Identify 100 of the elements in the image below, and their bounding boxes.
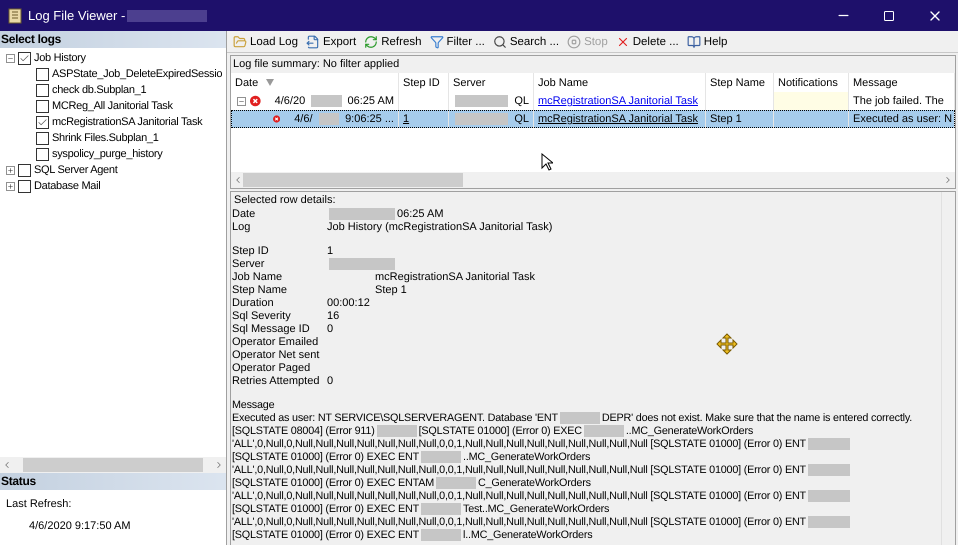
field-label: Sql Severity bbox=[232, 310, 292, 323]
collapse-icon[interactable] bbox=[6, 54, 15, 62]
checkbox[interactable] bbox=[36, 84, 49, 96]
field-label: Operator Emailed bbox=[232, 336, 320, 349]
field-value: 00:00:12 bbox=[327, 297, 370, 309]
date-text: 4/6/20 bbox=[274, 95, 306, 107]
step-link[interactable]: 1 bbox=[403, 113, 410, 125]
toolbar-button[interactable]: Help bbox=[684, 34, 730, 48]
details-title: Selected row details: bbox=[233, 194, 336, 208]
tree-item[interactable]: mcRegistrationSA Janitorial Task bbox=[52, 116, 202, 128]
horizontal-scrollbar[interactable] bbox=[231, 172, 955, 188]
pointer-cursor-icon bbox=[541, 153, 553, 171]
field-value: Step 1 bbox=[375, 284, 407, 296]
field-label: Operator Paged bbox=[232, 362, 312, 375]
redaction-block bbox=[455, 95, 508, 107]
horizontal-scrollbar[interactable] bbox=[0, 457, 226, 473]
message-line: [SQLSTATE 01000] (Error 0) EXEC ENT bbox=[232, 451, 420, 463]
status-value: 4/6/2020 9:17:50 AM bbox=[28, 520, 132, 532]
field-label: Server bbox=[232, 258, 266, 271]
message-line: C_GenerateWorkOrders bbox=[478, 477, 591, 489]
redaction-block bbox=[318, 113, 340, 125]
field-label: Job Name bbox=[232, 271, 284, 284]
app-icon bbox=[8, 8, 22, 24]
message-text: Executed as user: N bbox=[853, 113, 952, 125]
toolbar-button[interactable]: Filter ... bbox=[428, 34, 487, 48]
message-line: [SQLSTATE 01000] (Error 0) EXEC ENTAM bbox=[232, 477, 434, 489]
pane-header: Select logs bbox=[0, 31, 226, 48]
help-icon bbox=[686, 34, 701, 48]
search-icon bbox=[492, 34, 507, 48]
redaction-block bbox=[436, 477, 476, 490]
redaction-block bbox=[376, 425, 417, 438]
field-value: 1 bbox=[327, 245, 334, 257]
field-label: Duration bbox=[232, 297, 275, 310]
checkbox[interactable] bbox=[18, 52, 31, 64]
redaction-block bbox=[560, 412, 600, 424]
redaction-block bbox=[584, 425, 624, 438]
message-line: [SQLSTATE 01000] (Error 0) EXEC ENT bbox=[232, 503, 420, 515]
checkbox[interactable] bbox=[36, 116, 49, 128]
tree-item[interactable]: MCReg_All Janitorial Task bbox=[52, 100, 173, 112]
status-label: Last Refresh: bbox=[5, 498, 72, 510]
expand-icon[interactable] bbox=[6, 166, 15, 174]
checkbox[interactable] bbox=[36, 132, 49, 144]
field-label: Step Name bbox=[232, 284, 288, 297]
field-value: 16 bbox=[327, 310, 340, 322]
toolbar-button[interactable]: Search ... bbox=[490, 34, 562, 48]
window-title: Log File Viewer - bbox=[28, 8, 126, 23]
filter-icon bbox=[430, 34, 444, 48]
log-row[interactable]: 4/6/ 9:06:25 ... 1 QL mcRegistrationSA Janitorial Task Step 1 Executed as user: N bbox=[231, 110, 955, 128]
tree-item[interactable]: SQL Server Agent bbox=[34, 164, 118, 176]
field-value: 0 bbox=[327, 323, 334, 335]
server-text: QL bbox=[514, 113, 529, 125]
job-link[interactable]: mcRegistrationSA Janitorial Task bbox=[538, 95, 698, 107]
message-line: 'ALL',0,Null,0,Null,Null,Null,Null,Null,Null,Null,0,0,1,Null,Null,Null,Null,Null,Null,Null,Null,Null [SQLSTATE 01000] (Error 0) ENT bbox=[232, 464, 806, 476]
checkbox[interactable] bbox=[36, 68, 49, 80]
date-text: 4/6/ bbox=[294, 113, 313, 125]
refresh-icon bbox=[364, 34, 378, 48]
field-label: Date bbox=[232, 208, 256, 221]
tree-item[interactable]: syspolicy_purge_history bbox=[52, 148, 162, 160]
redaction-block bbox=[421, 451, 462, 464]
toolbar-button[interactable]: Load Log bbox=[231, 34, 300, 48]
toolbar-button[interactable]: Refresh bbox=[362, 34, 424, 48]
message-line: [SQLSTATE 01000] (Error 0) EXEC bbox=[418, 425, 582, 437]
message-line: l..MC_GenerateWorkOrders bbox=[463, 529, 592, 541]
toolbar-button[interactable]: Export bbox=[304, 34, 358, 48]
field-label: Log bbox=[232, 221, 252, 235]
checkbox[interactable] bbox=[36, 100, 49, 112]
toolbar-button[interactable]: Delete ... bbox=[614, 34, 681, 48]
pane-header: Status bbox=[0, 473, 226, 490]
job-link[interactable]: mcRegistrationSA Janitorial Task bbox=[538, 113, 698, 125]
message-line: 'ALL',0,Null,0,Null,Null,Null,Null,Null,Null,Null,0,0,1,Null,Null,Null,Null,Null,Null,Null,Null,Null [SQLSTATE 01000] (Error 0) ENT bbox=[232, 516, 806, 528]
redaction-block bbox=[421, 529, 462, 542]
field-label: Step ID bbox=[232, 245, 270, 258]
maximize-icon[interactable] bbox=[883, 10, 895, 22]
checkbox[interactable] bbox=[18, 180, 31, 192]
stop-icon bbox=[567, 34, 582, 48]
summary-title: Log file summary: No filter applied bbox=[232, 57, 400, 72]
message-line: Executed as user: NT SERVICE\SQLSERVERAGENT. Database 'ENT bbox=[232, 412, 558, 424]
checkbox[interactable] bbox=[18, 164, 31, 176]
expand-icon[interactable] bbox=[6, 182, 15, 190]
field-value: 0 bbox=[327, 375, 334, 387]
field-value: 06:25 AM bbox=[397, 208, 444, 220]
field-label: Sql Message ID bbox=[232, 323, 311, 336]
message-line: DEPR' does not exist. Make sure that the name is entered correctly. bbox=[602, 412, 912, 424]
folder-icon bbox=[233, 34, 247, 48]
server-text: QL bbox=[514, 95, 529, 107]
date-text: 06:25 AM bbox=[348, 95, 394, 107]
redaction-block bbox=[421, 503, 462, 516]
collapse-icon[interactable] bbox=[237, 96, 246, 106]
tree-item[interactable]: check db.Subplan_1 bbox=[52, 84, 146, 96]
message-line: 'ALL',0,Null,0,Null,Null,Null,Null,Null,Null,Null,0,0,1,Null,Null,Null,Null,Null,Null,Null,Null,Null [SQLSTATE 01000] (Error 0) ENT bbox=[232, 490, 806, 502]
error-icon bbox=[250, 94, 261, 108]
step-name: Step 1 bbox=[710, 113, 742, 125]
tree-item[interactable]: ASPState_Job_DeleteExpiredSessio bbox=[52, 68, 222, 80]
field-value: mcRegistrationSA Janitorial Task bbox=[375, 271, 535, 283]
tree-item[interactable]: Shrink Files.Subplan_1 bbox=[52, 132, 159, 144]
tree-item[interactable]: Job History bbox=[34, 52, 86, 64]
checkbox[interactable] bbox=[36, 148, 49, 160]
message-line: ..MC_GenerateWorkOrders bbox=[626, 425, 754, 437]
tree-item[interactable]: Database Mail bbox=[34, 180, 100, 192]
redaction-block bbox=[455, 113, 508, 125]
